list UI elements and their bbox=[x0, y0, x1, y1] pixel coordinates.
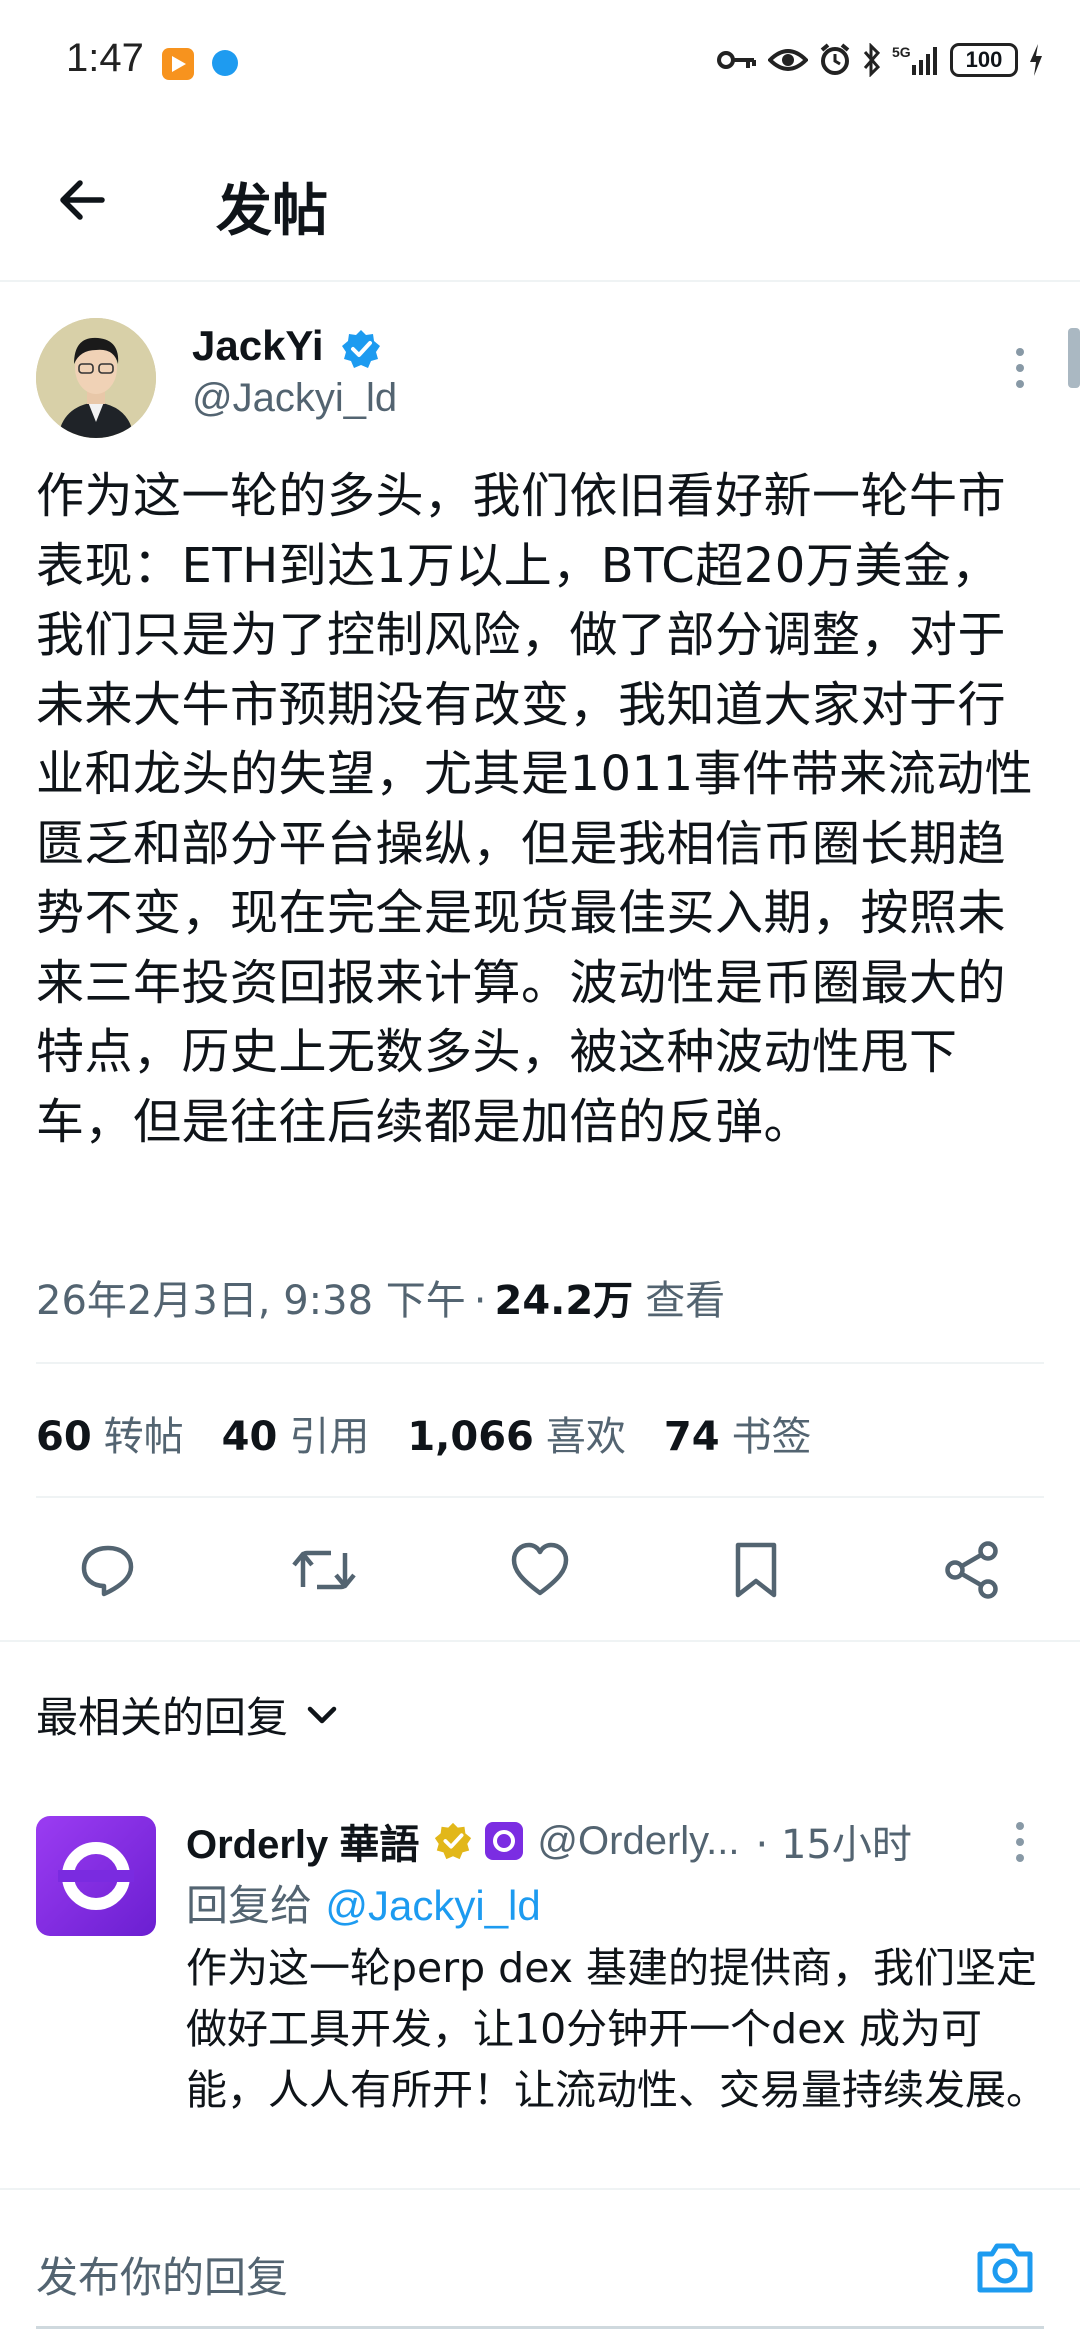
eye-icon bbox=[768, 49, 808, 71]
post-views-label: 查看 bbox=[645, 1278, 726, 1324]
avatar-portrait bbox=[36, 318, 156, 438]
divider bbox=[0, 1640, 1080, 1642]
reply-author-avatar[interactable] bbox=[36, 1816, 156, 1936]
author-name[interactable]: JackYi bbox=[192, 322, 324, 370]
reply-time: · 15小时 bbox=[755, 1822, 912, 1868]
divider bbox=[36, 1496, 1044, 1498]
reply-input[interactable]: 发布你的回复 bbox=[36, 2244, 288, 2305]
replies-sort-label: 最相关的回复 bbox=[36, 1693, 289, 1742]
status-icons: 5G 100 bbox=[716, 38, 1044, 82]
repost-icon bbox=[292, 1550, 356, 1590]
reply-button[interactable] bbox=[72, 1534, 144, 1606]
engagement-stats: 60 转帖 40 引用 1,066 喜欢 74 书签 bbox=[36, 1404, 812, 1462]
share-button[interactable] bbox=[936, 1534, 1008, 1606]
app-header: 发帖 bbox=[0, 120, 1080, 282]
post-date: 26年2月3日, 9:38 下午 bbox=[36, 1278, 466, 1324]
bluetooth-icon bbox=[863, 43, 881, 77]
notification-app-icon bbox=[162, 48, 194, 80]
chevron-down-icon bbox=[307, 1706, 337, 1723]
reply-author-name[interactable]: Orderly 華語 bbox=[186, 1812, 419, 1870]
author-avatar[interactable] bbox=[36, 318, 156, 438]
verified-badge-icon bbox=[342, 330, 380, 368]
alarm-icon bbox=[820, 43, 850, 75]
stat-quotes[interactable]: 40 引用 bbox=[222, 1404, 370, 1462]
post-views-count: 24.2万 bbox=[494, 1278, 634, 1324]
like-button[interactable] bbox=[504, 1534, 576, 1606]
status-time: 1:47 bbox=[66, 36, 144, 80]
composer-underline bbox=[36, 2326, 1044, 2329]
repost-button[interactable] bbox=[288, 1534, 360, 1606]
verified-org-badge-icon bbox=[435, 1822, 472, 1860]
signal-icon: 5G bbox=[892, 44, 937, 75]
scrollbar[interactable] bbox=[1068, 328, 1080, 388]
reply-composer: 发布你的回复 bbox=[0, 2188, 1080, 2340]
back-arrow-icon[interactable] bbox=[52, 170, 112, 230]
divider bbox=[36, 1362, 1044, 1364]
action-bar bbox=[0, 1530, 1080, 1610]
reply-to-handle[interactable]: @Jackyi_ld bbox=[325, 1882, 540, 1929]
replies-sort-dropdown[interactable]: 最相关的回复 bbox=[36, 1684, 338, 1745]
stat-likes[interactable]: 1,066 喜欢 bbox=[407, 1404, 626, 1462]
stat-bookmarks[interactable]: 74 书签 bbox=[664, 1404, 812, 1462]
reply-to-line: 回复给 @Jackyi_ld bbox=[186, 1872, 541, 1933]
like-icon bbox=[511, 1542, 569, 1596]
bookmark-icon bbox=[735, 1542, 777, 1598]
page-title: 发帖 bbox=[216, 179, 328, 244]
reply-header: Orderly 華語 @Orderly... · 15小时 bbox=[186, 1812, 912, 1870]
affiliate-badge-icon bbox=[485, 1822, 524, 1860]
status-bar: 1:47 5G 100 bbox=[0, 0, 1080, 120]
more-options-icon[interactable] bbox=[1008, 348, 1032, 392]
post-text: 作为这一轮的多头，我们依旧看好新一轮牛市表现：ETH到达1万以上，BTC超20万… bbox=[36, 468, 1034, 1150]
notification-telegram-icon bbox=[212, 50, 238, 76]
charging-icon bbox=[1030, 44, 1042, 76]
key-icon bbox=[717, 51, 756, 69]
stat-reposts[interactable]: 60 转帖 bbox=[36, 1404, 184, 1462]
bookmark-button[interactable] bbox=[720, 1534, 792, 1606]
share-icon bbox=[945, 1541, 998, 1599]
author-handle[interactable]: @Jackyi_ld bbox=[192, 376, 397, 421]
reply-more-options-icon[interactable] bbox=[1008, 1822, 1032, 1866]
post-meta: 26年2月3日, 9:38 下午 · 24.2万 查看 bbox=[36, 1268, 725, 1326]
reply-author-handle[interactable]: @Orderly... bbox=[537, 1819, 739, 1864]
reply-text: 作为这一轮perp dex 基建的提供商，我们坚定做好工具开发，让10分钟开一个… bbox=[186, 1944, 1047, 2114]
svg-text:5G: 5G bbox=[892, 44, 911, 60]
reply-to-label: 回复给 bbox=[186, 1881, 313, 1930]
reply-icon bbox=[81, 1545, 134, 1597]
meta-separator: · bbox=[473, 1278, 487, 1324]
battery-indicator: 100 bbox=[950, 43, 1018, 77]
camera-icon[interactable] bbox=[974, 2238, 1036, 2296]
